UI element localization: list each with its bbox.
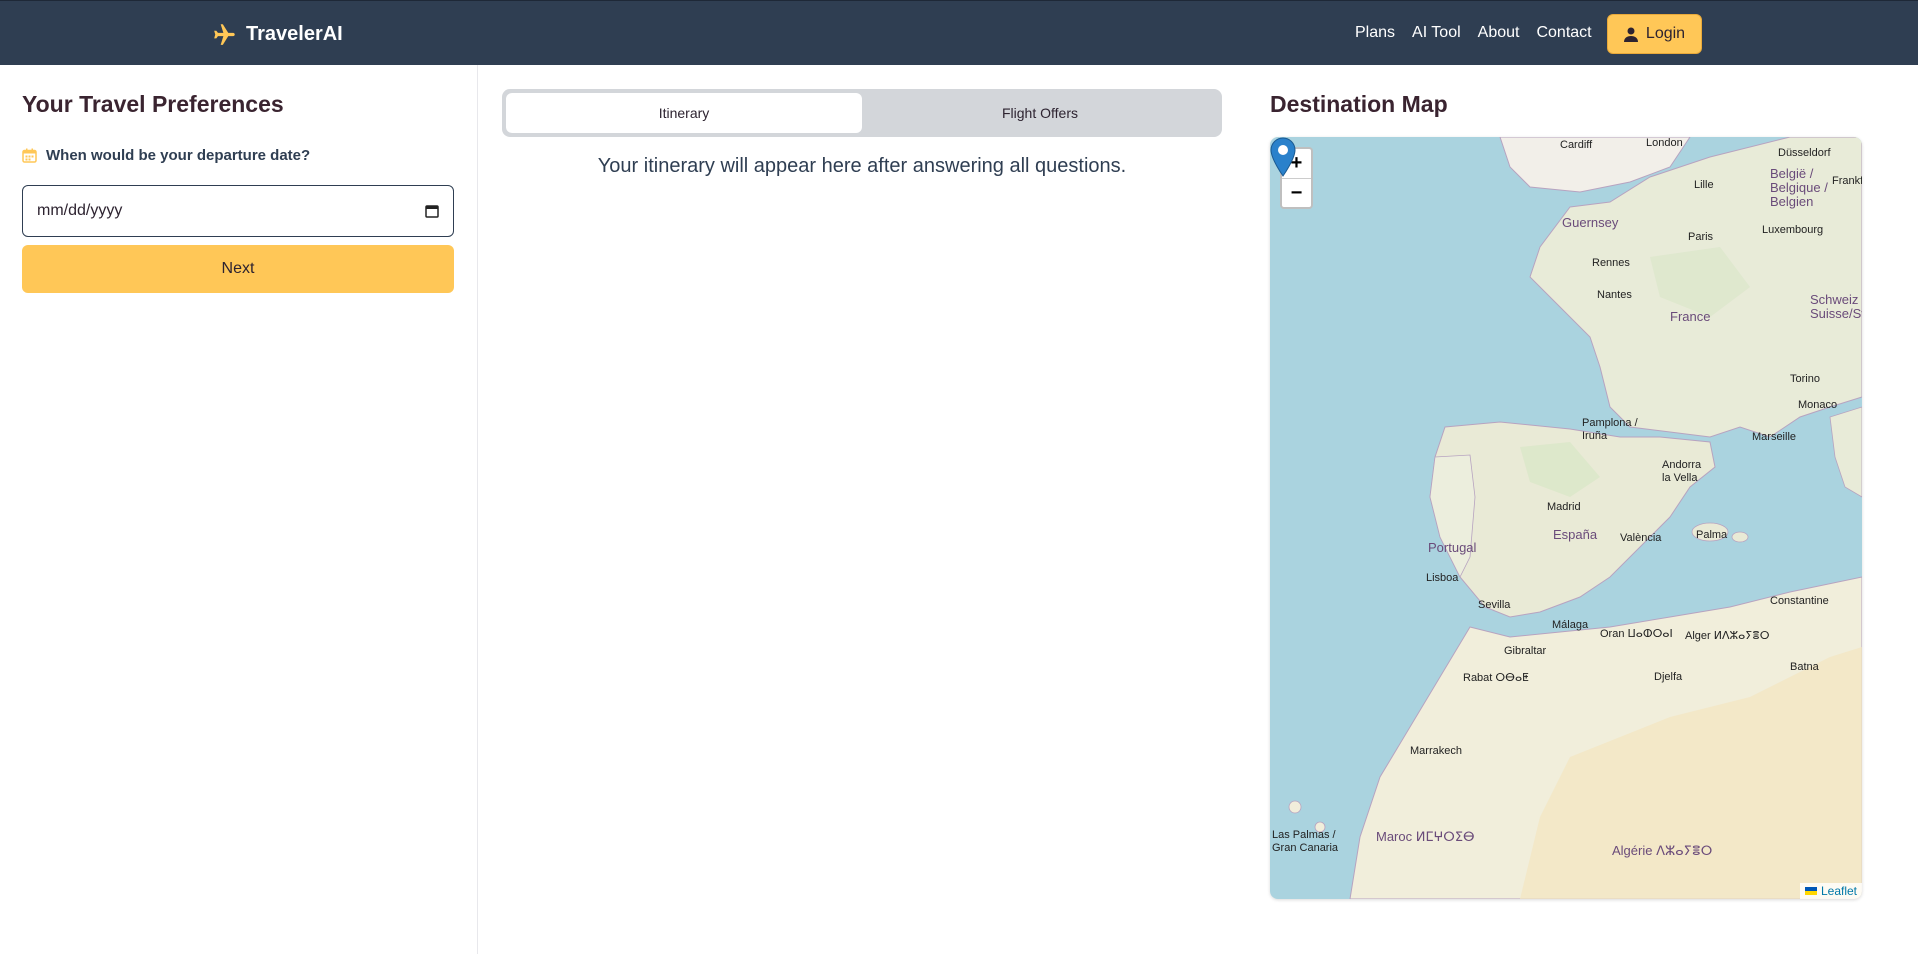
map-label-rabat: Rabat ⵔⴱⴰⵟ bbox=[1463, 672, 1529, 684]
map-label-guernsey: Guernsey bbox=[1562, 215, 1619, 230]
brand-logo[interactable]: TravelerAI bbox=[212, 21, 343, 47]
preferences-title: Your Travel Preferences bbox=[22, 91, 284, 117]
map-label-nantes: Nantes bbox=[1597, 289, 1632, 301]
navbar: TravelerAI Plans AI Tool About Contact L… bbox=[0, 0, 1918, 65]
nav-links: Plans AI Tool About Contact bbox=[1355, 24, 1592, 42]
login-label: Login bbox=[1645, 25, 1686, 42]
map-tiles bbox=[1288, 137, 1862, 899]
map-label-belgie: België / Belgique / Belgien bbox=[1770, 166, 1828, 209]
map-label-torino: Torino bbox=[1790, 373, 1820, 385]
destination-map[interactable]: + − Cardiff London Düsseldorf België / B… bbox=[1270, 137, 1862, 899]
map-attribution[interactable]: Leaflet bbox=[1799, 883, 1862, 899]
map-label-djelfa: Djelfa bbox=[1654, 671, 1683, 683]
nav-contact[interactable]: Contact bbox=[1536, 24, 1591, 42]
map-title: Destination Map bbox=[1270, 91, 1448, 117]
map-label-schweiz: Schweiz / Suisse/Sviz bbox=[1810, 292, 1862, 321]
map-label-luxembourg: Luxembourg bbox=[1762, 224, 1824, 236]
brand-name: TravelerAI bbox=[246, 22, 343, 45]
login-button[interactable]: Login bbox=[1607, 14, 1702, 54]
map-label-maroc: Maroc ⵍⵎⵖⵔⵉⴱ bbox=[1376, 829, 1475, 844]
user-icon bbox=[1623, 27, 1638, 42]
map-label-alger: Alger ⵍⴷⵣⴰⵢⴻⵔ bbox=[1685, 630, 1770, 642]
airplane-icon bbox=[214, 24, 235, 45]
map-label-cardiff: Cardiff bbox=[1560, 139, 1593, 151]
nav-plans[interactable]: Plans bbox=[1355, 24, 1395, 42]
map-label-madrid: Madrid bbox=[1547, 501, 1581, 513]
map-label-marseille: Marseille bbox=[1752, 431, 1797, 443]
nav-ai-tool[interactable]: AI Tool bbox=[1412, 24, 1461, 42]
calendar-icon bbox=[22, 148, 37, 163]
map-label-algerie: Algérie ⴷⵣⴰⵢⴻⵔ bbox=[1612, 843, 1713, 858]
question-label: When would be your departure date? bbox=[22, 147, 310, 164]
map-label-frankfurt: Frankfu bbox=[1832, 175, 1862, 187]
map-label-lisboa: Lisboa bbox=[1426, 572, 1459, 584]
nav-about[interactable]: About bbox=[1478, 24, 1520, 42]
map-label-palma: Palma bbox=[1696, 529, 1728, 541]
map-label-gibraltar: Gibraltar bbox=[1504, 645, 1547, 657]
map-label-paris: Paris bbox=[1688, 231, 1714, 243]
departure-date-input[interactable]: mm/dd/yyyy bbox=[22, 185, 454, 237]
map-label-pamplona: Pamplona / Iruña bbox=[1582, 417, 1638, 442]
ukraine-flag-icon bbox=[1804, 887, 1817, 895]
map-label-monaco: Monaco bbox=[1798, 399, 1838, 411]
map-label-marrakech: Marrakech bbox=[1410, 745, 1462, 757]
itinerary-placeholder: Your itinerary will appear here after an… bbox=[597, 155, 1127, 177]
map-label-london: London bbox=[1646, 137, 1683, 149]
next-button[interactable]: Next bbox=[22, 245, 454, 293]
map-label-portugal: Portugal bbox=[1428, 540, 1477, 555]
result-tabs: Itinerary Flight Offers bbox=[502, 89, 1222, 137]
zoom-out-button[interactable]: − bbox=[1282, 178, 1311, 207]
map-label-malaga: Málaga bbox=[1552, 619, 1589, 631]
map-label-dusseldorf: Düsseldorf bbox=[1778, 147, 1831, 159]
map-label-las-palmas: Las Palmas / Gran Canaria bbox=[1272, 829, 1339, 854]
map-label-oran: Oran ⵡⴰⵀⵔⴰⵏ bbox=[1600, 628, 1673, 640]
tab-itinerary[interactable]: Itinerary bbox=[506, 93, 862, 133]
tab-flight-offers[interactable]: Flight Offers bbox=[862, 93, 1218, 133]
calendar-picker-icon[interactable] bbox=[425, 204, 439, 218]
map-label-rennes: Rennes bbox=[1592, 257, 1630, 269]
location-marker-icon[interactable] bbox=[1270, 137, 1296, 177]
map-label-espana: España bbox=[1553, 527, 1598, 542]
date-placeholder: mm/dd/yyyy bbox=[37, 202, 123, 219]
map-label-valencia: València bbox=[1620, 532, 1662, 544]
map-label-sevilla: Sevilla bbox=[1478, 599, 1511, 611]
map-label-constantine: Constantine bbox=[1770, 595, 1829, 607]
preferences-panel: Your Travel Preferences When would be yo… bbox=[0, 65, 478, 954]
question-text: When would be your departure date? bbox=[46, 147, 311, 164]
map-label-andorra: Andorra la Vella bbox=[1662, 459, 1702, 484]
map-label-france: France bbox=[1670, 309, 1711, 324]
map-label-batna: Batna bbox=[1790, 661, 1819, 673]
attribution-leaflet: Leaflet bbox=[1820, 884, 1857, 898]
map-label-lille: Lille bbox=[1694, 179, 1714, 191]
